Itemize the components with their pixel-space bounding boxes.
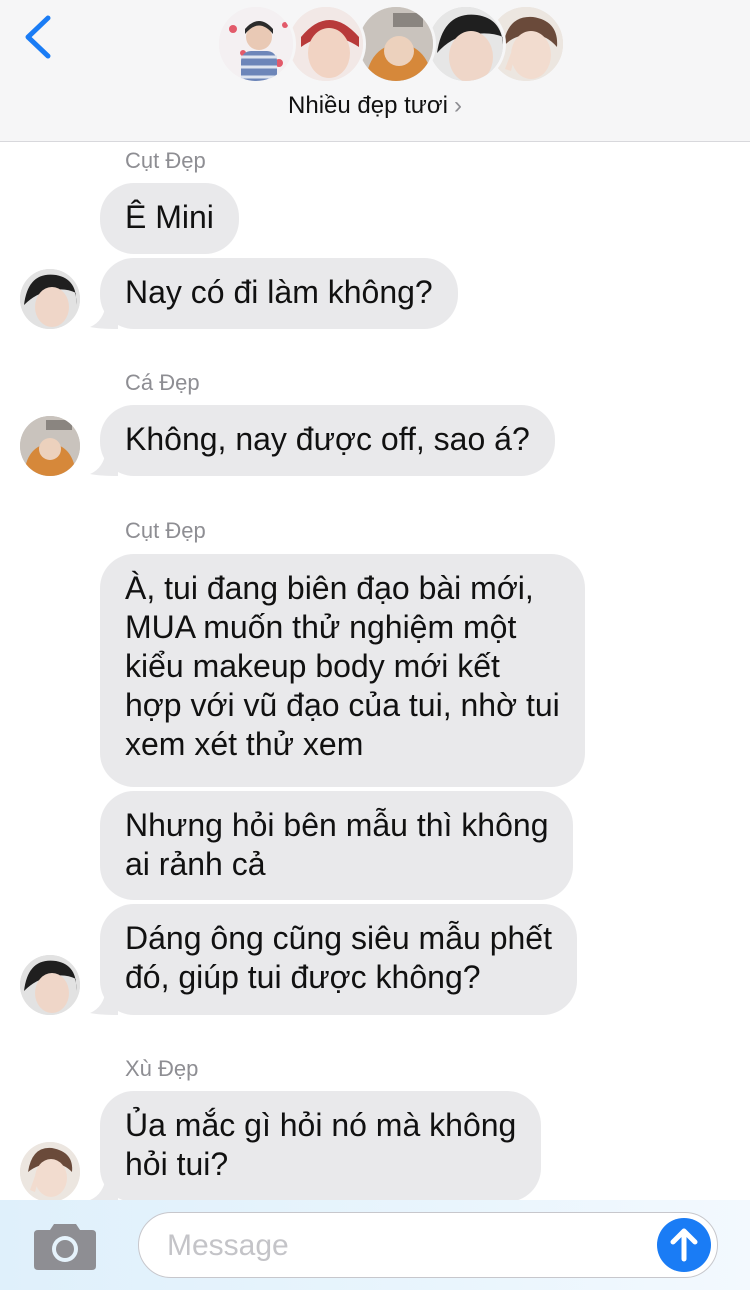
message-line: đó, giúp tui được không? <box>125 959 481 995</box>
bubble-tail <box>90 450 118 476</box>
arrow-up-icon <box>670 1228 698 1262</box>
sender-name: Xù Đẹp <box>125 1056 199 1081</box>
group-avatar-2 <box>286 4 366 84</box>
message-line: Ủa mắc gì hỏi nó mà không <box>125 1107 517 1143</box>
composer-bar: Message <box>0 1200 750 1290</box>
message-input[interactable]: Message <box>138 1212 718 1278</box>
bubble-tail <box>90 303 118 329</box>
sender-avatar <box>20 269 80 329</box>
message-bubble[interactable]: Nhưng hỏi bên mẫu thì không ai rảnh cả <box>100 791 574 900</box>
group-avatar-1 <box>216 4 296 84</box>
group-avatars[interactable] <box>216 4 566 84</box>
bubble-tail <box>90 989 118 1015</box>
message-line: ai rảnh cả <box>125 846 266 882</box>
message-bubble[interactable]: À, tui đang biên đạo bài mới, MUA muốn t… <box>100 554 585 787</box>
message-line: MUA muốn thử nghiệm một <box>125 609 517 645</box>
send-button[interactable] <box>657 1218 711 1272</box>
group-name-label: Nhiều đẹp tươi <box>288 92 448 119</box>
message-line: xem xét thử xem <box>125 726 364 762</box>
message-line: Ê Mini <box>125 199 214 235</box>
group-name[interactable]: Nhiều đẹp tươi › <box>0 92 750 120</box>
message-bubble[interactable]: Nay có đi làm không? <box>100 258 458 329</box>
message-bubble[interactable]: Dáng ông cũng siêu mẫu phết đó, giúp tui… <box>100 904 577 1015</box>
camera-icon <box>34 1224 96 1270</box>
message-line: kiểu makeup body mới kết <box>125 648 500 684</box>
message-bubble[interactable]: Ủa mắc gì hỏi nó mà không hỏi tui? <box>100 1091 542 1202</box>
sender-name: Cụt Đẹp <box>125 518 206 543</box>
sender-name: Cá Đẹp <box>125 370 200 395</box>
bubble-tail <box>90 1176 118 1202</box>
sender-name: Cụt Đẹp <box>125 148 206 173</box>
conversation-header: Nhiều đẹp tươi › <box>0 0 750 142</box>
chevron-left-icon <box>25 15 51 59</box>
message-line: hợp với vũ đạo của tui, nhờ tui <box>125 687 560 723</box>
message-input-placeholder: Message <box>167 1229 289 1262</box>
message-line: Nay có đi làm không? <box>125 274 433 310</box>
chevron-right-icon: › <box>453 92 462 119</box>
group-avatar-4 <box>426 4 506 84</box>
message-line: hỏi tui? <box>125 1146 229 1182</box>
group-avatar-3 <box>356 4 436 84</box>
back-button[interactable] <box>20 12 60 62</box>
sender-avatar <box>20 416 80 476</box>
message-line: Nhưng hỏi bên mẫu thì không <box>125 807 549 843</box>
message-bubble[interactable]: Ê Mini <box>100 183 239 254</box>
sender-avatar <box>20 955 80 1015</box>
message-line: Dáng ông cũng siêu mẫu phết <box>125 920 552 956</box>
camera-button[interactable] <box>32 1220 98 1270</box>
message-line: À, tui đang biên đạo bài mới, <box>125 570 534 606</box>
message-line: Không, nay được off, sao á? <box>125 421 530 457</box>
sender-avatar <box>20 1142 80 1202</box>
message-bubble[interactable]: Không, nay được off, sao á? <box>100 405 555 476</box>
